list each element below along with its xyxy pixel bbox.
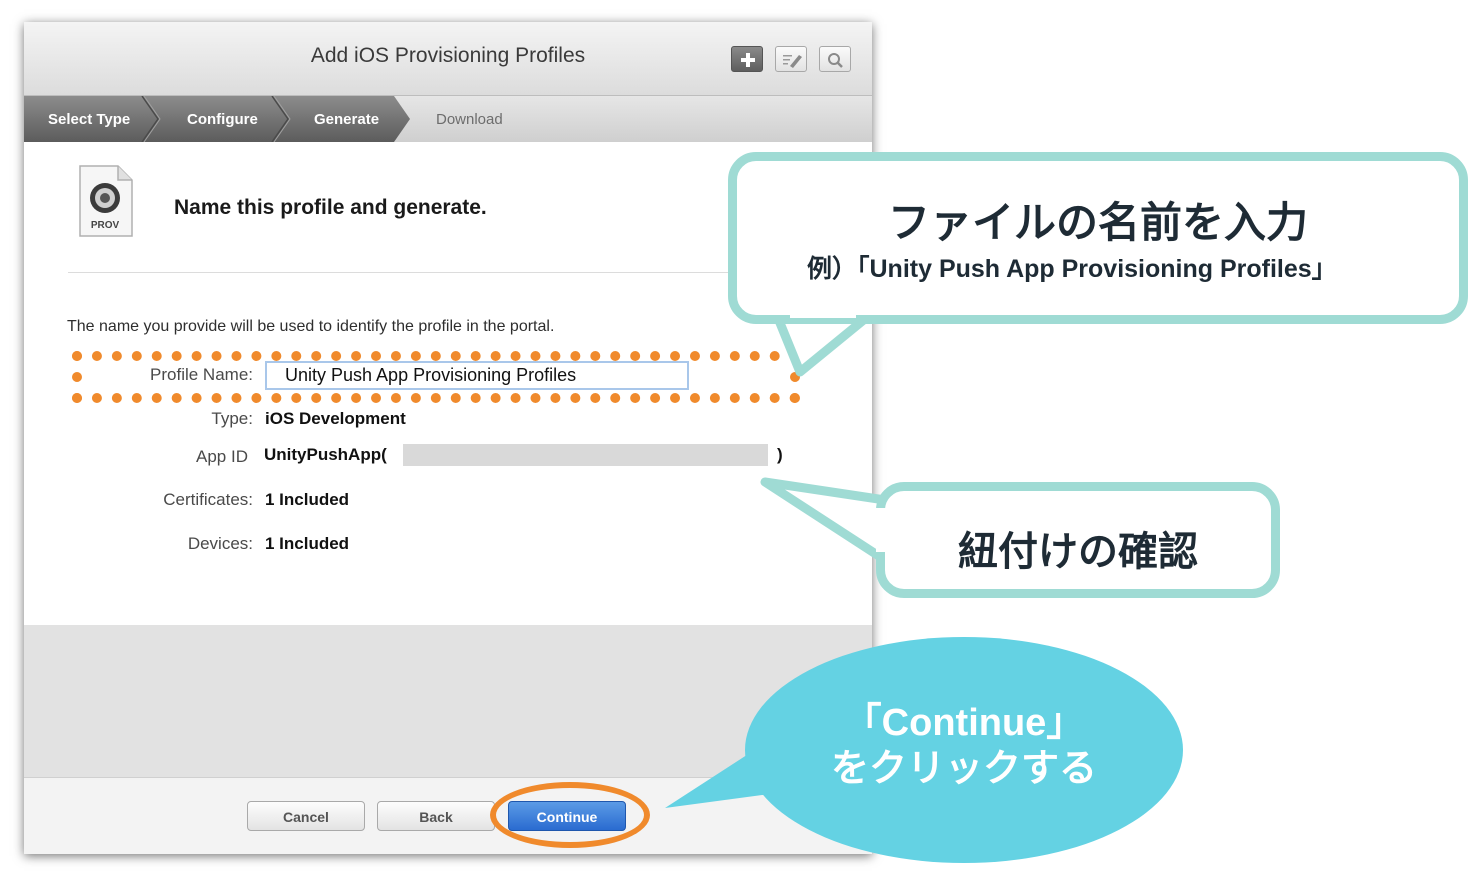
bubble-line-1: 「Continue」 [843, 702, 1085, 744]
link-check-callout-title: 紐付けの確認 [958, 530, 1198, 574]
link-check-callout: 紐付けの確認 [876, 482, 1280, 598]
filename-callout-title: ファイルの名前を入力 [887, 199, 1308, 246]
tail-seam-2 [876, 508, 890, 552]
callout-tails [665, 313, 890, 808]
tail-seam-1 [790, 306, 856, 318]
continue-bubble-text: 「Continue」 をクリックする [745, 700, 1183, 792]
filename-callout-example: 例）「Unity Push App Provisioning Profiles」 [807, 255, 1337, 283]
filename-callout: ファイルの名前を入力 例）「Unity Push App Provisionin… [728, 152, 1468, 324]
bubble-line-2: をクリックする [830, 748, 1097, 790]
